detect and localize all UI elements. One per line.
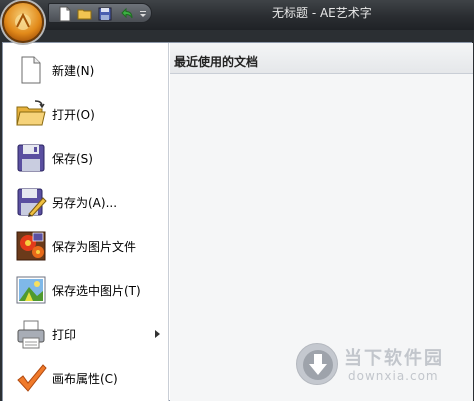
window-title: 无标题 - AE艺术字 bbox=[272, 6, 372, 20]
watermark-url: downxia.com bbox=[348, 369, 439, 383]
menu-item-label: 画布属性(C) bbox=[52, 371, 118, 386]
save-as-icon bbox=[17, 188, 47, 217]
menu-item-label: 保存(S) bbox=[52, 151, 93, 166]
recent-documents-header: 最近使用的文档 bbox=[170, 43, 473, 74]
menu-item-save[interactable]: 保存(S) bbox=[3, 137, 169, 179]
menu-item-open[interactable]: 打开(O) bbox=[3, 93, 169, 135]
menu-item-label: 新建(N) bbox=[52, 63, 95, 78]
menu-item-label: 另存为(A)... bbox=[52, 195, 118, 210]
undo-arrow-icon[interactable] bbox=[119, 6, 135, 22]
quick-access-toolbar bbox=[48, 3, 152, 23]
download-arrow-icon bbox=[296, 343, 338, 385]
save-image-icon bbox=[16, 231, 46, 261]
app-menu-button[interactable] bbox=[2, 1, 44, 43]
menu-item-save-as-image[interactable]: 保存为图片文件 bbox=[3, 225, 169, 267]
menu-item-label: 保存选中图片(T) bbox=[52, 283, 141, 298]
save-disk-icon[interactable] bbox=[97, 6, 113, 22]
menu-item-canvas-properties[interactable]: 画布属性(C) bbox=[3, 357, 169, 399]
menu-command-list: 新建(N) 打开(O) 保存(S) 另存为(A)... 保存为图片文件 保存选中… bbox=[3, 43, 169, 401]
menu-item-label: 打印 bbox=[52, 327, 77, 342]
save-disk-icon bbox=[17, 144, 45, 172]
watermark-title: 当下软件园 bbox=[344, 348, 444, 369]
customize-dropdown-icon[interactable] bbox=[137, 6, 149, 22]
menu-item-new[interactable]: 新建(N) bbox=[3, 49, 169, 91]
checkmark-icon bbox=[17, 364, 47, 392]
open-folder-icon bbox=[16, 100, 46, 126]
menu-item-label: 打开(O) bbox=[52, 107, 95, 122]
submenu-arrow-icon bbox=[155, 330, 160, 338]
menu-item-save-as[interactable]: 另存为(A)... bbox=[3, 181, 169, 223]
new-document-icon bbox=[21, 56, 41, 84]
open-folder-icon[interactable] bbox=[77, 6, 93, 22]
menu-item-save-selection[interactable]: 保存选中图片(T) bbox=[3, 269, 169, 311]
menu-item-label: 保存为图片文件 bbox=[52, 239, 137, 254]
menu-item-print[interactable]: 打印 bbox=[3, 313, 169, 355]
watermark: 当下软件园 downxia.com bbox=[296, 343, 456, 391]
printer-icon bbox=[17, 320, 45, 349]
new-doc-icon[interactable] bbox=[57, 6, 73, 22]
app-logo-icon bbox=[15, 12, 31, 30]
save-selection-icon bbox=[16, 276, 46, 304]
title-bar: 无标题 - AE艺术字 bbox=[0, 0, 474, 30]
